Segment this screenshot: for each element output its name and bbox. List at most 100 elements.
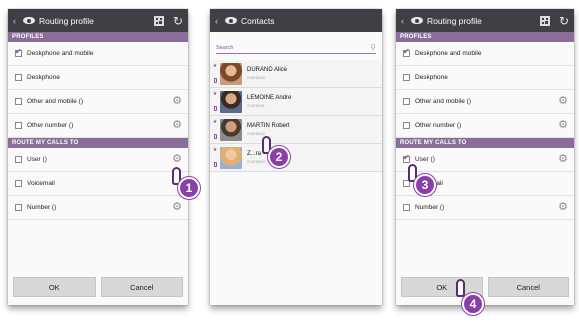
gear-icon[interactable]: ⚙: [558, 202, 568, 213]
star-icon: ★: [212, 147, 218, 153]
profile-option[interactable]: Deskphone and mobile: [396, 42, 574, 66]
checkbox[interactable]: [15, 180, 22, 187]
search-input[interactable]: Search ⚲: [216, 42, 376, 54]
route-option[interactable]: User () ⚙: [8, 148, 188, 172]
checkbox[interactable]: [403, 122, 410, 129]
option-label: Deskphone: [415, 74, 448, 81]
route-option[interactable]: Voicemail: [8, 172, 188, 196]
screen-title: Contacts: [241, 15, 275, 26]
contact-item[interactable]: ★ MARTIN Robert 21875042: [210, 116, 382, 144]
phone-icon: [213, 134, 217, 139]
option-label: Other and mobile (): [27, 98, 83, 105]
step-badge: 4: [462, 293, 484, 315]
checkbox[interactable]: [15, 47, 22, 57]
refresh-icon[interactable]: ↻: [173, 15, 183, 27]
option-label: User (): [415, 156, 435, 163]
pointing-hand-icon: [456, 279, 465, 297]
top-bar: ‹ Contacts: [210, 9, 382, 32]
contact-marks: ★: [212, 92, 218, 111]
profile-option[interactable]: Other number () ⚙: [8, 114, 188, 138]
gear-icon[interactable]: ⚙: [172, 154, 182, 165]
contact-marks: ★: [212, 120, 218, 139]
gear-icon[interactable]: ⚙: [172, 120, 182, 131]
screen-title: Routing profile: [39, 15, 94, 26]
gear-icon[interactable]: ⚙: [558, 154, 568, 165]
step-1-hand: 1: [168, 167, 202, 203]
option-label: Deskphone and mobile: [27, 50, 94, 57]
profile-option[interactable]: Other and mobile () ⚙: [8, 90, 188, 114]
option-label: Number (): [415, 204, 445, 211]
chevron-left-icon[interactable]: ‹: [401, 16, 409, 26]
contact-marks: ★: [212, 148, 218, 167]
contact-text: MARTIN Robert 21875042: [247, 123, 290, 136]
eye-logo-icon: [411, 17, 423, 24]
route-option[interactable]: Number () ⚙: [8, 196, 188, 220]
profiles-header: PROFILES: [396, 32, 574, 42]
profile-option[interactable]: Deskphone: [8, 66, 188, 90]
qr-code-icon[interactable]: [153, 15, 164, 26]
profile-option[interactable]: Other and mobile () ⚙: [396, 90, 574, 114]
gear-icon[interactable]: ⚙: [172, 202, 182, 213]
checkbox[interactable]: [15, 204, 22, 211]
option-label: Other number (): [27, 122, 74, 129]
checkbox[interactable]: [15, 74, 22, 81]
option-label: Number (): [27, 204, 57, 211]
option-label: User (): [27, 156, 47, 163]
checkbox[interactable]: [15, 98, 22, 105]
top-bar: ‹ Routing profile ↻: [396, 9, 574, 32]
search-bar: Search ⚲: [210, 32, 382, 60]
gear-icon[interactable]: ⚙: [558, 120, 568, 131]
checkbox[interactable]: [403, 47, 410, 57]
step-badge: 2: [268, 146, 290, 168]
contact-marks: ★: [212, 64, 218, 83]
search-icon[interactable]: ⚲: [370, 43, 376, 52]
avatar: [220, 146, 242, 169]
gear-icon[interactable]: ⚙: [558, 96, 568, 107]
cancel-button[interactable]: Cancel: [487, 277, 569, 297]
refresh-icon[interactable]: ↻: [559, 15, 569, 27]
profile-option[interactable]: Deskphone: [396, 66, 574, 90]
contact-item[interactable]: ★ DURAND Alice 21875040: [210, 60, 382, 88]
star-icon: ★: [212, 119, 218, 125]
chevron-left-icon[interactable]: ‹: [215, 16, 223, 26]
eye-logo-icon: [225, 17, 237, 24]
avatar: [220, 118, 242, 141]
star-icon: ★: [212, 91, 218, 97]
phone-icon: [213, 78, 217, 83]
contact-name: MARTIN Robert: [247, 123, 290, 129]
contacts-screen: ‹ Contacts Search ⚲ ★ DURAND Alice 2187504…: [210, 9, 382, 305]
contact-name: DURAND Alice: [247, 67, 288, 73]
step-2-hand: 2: [258, 136, 292, 172]
checkbox[interactable]: [403, 98, 410, 105]
contact-text: DURAND Alice 21875040: [247, 67, 287, 80]
option-label: Other and mobile (): [415, 98, 471, 105]
cancel-button[interactable]: Cancel: [100, 277, 183, 297]
avatar: [220, 90, 242, 113]
contact-item[interactable]: ★ LEMOINE Andre 21875041: [210, 88, 382, 116]
phone-icon: [213, 106, 217, 111]
eye-logo-icon: [23, 17, 35, 24]
contact-item[interactable]: ★ Z...ra 21875043: [210, 144, 382, 172]
step-4-hand: 4: [452, 279, 486, 321]
checkbox[interactable]: [15, 122, 22, 129]
checkbox[interactable]: [15, 156, 22, 163]
option-label: Voicemail: [27, 180, 55, 187]
ok-button[interactable]: OK: [13, 277, 96, 297]
profile-option[interactable]: Deskphone and mobile: [8, 42, 188, 66]
checkbox[interactable]: [403, 74, 410, 81]
top-bar: ‹ Routing profile ↻: [8, 9, 188, 32]
phone-icon: [213, 162, 217, 167]
profile-option[interactable]: Other number () ⚙: [396, 114, 574, 138]
avatar: [220, 62, 242, 85]
profiles-header: PROFILES: [8, 32, 188, 42]
checkbox[interactable]: [403, 204, 410, 211]
contact-number: 21875040: [247, 75, 265, 80]
qr-code-icon[interactable]: [539, 15, 550, 26]
routing-profile-screen-1: ‹ Routing profile ↻ PROFILES Deskphone a…: [8, 9, 188, 305]
checkbox[interactable]: [403, 153, 410, 163]
gear-icon[interactable]: ⚙: [172, 96, 182, 107]
contact-text: LEMOINE Andre 21875041: [247, 95, 291, 108]
option-label: Deskphone: [27, 74, 60, 81]
star-icon: ★: [212, 63, 218, 69]
chevron-left-icon[interactable]: ‹: [13, 16, 21, 26]
